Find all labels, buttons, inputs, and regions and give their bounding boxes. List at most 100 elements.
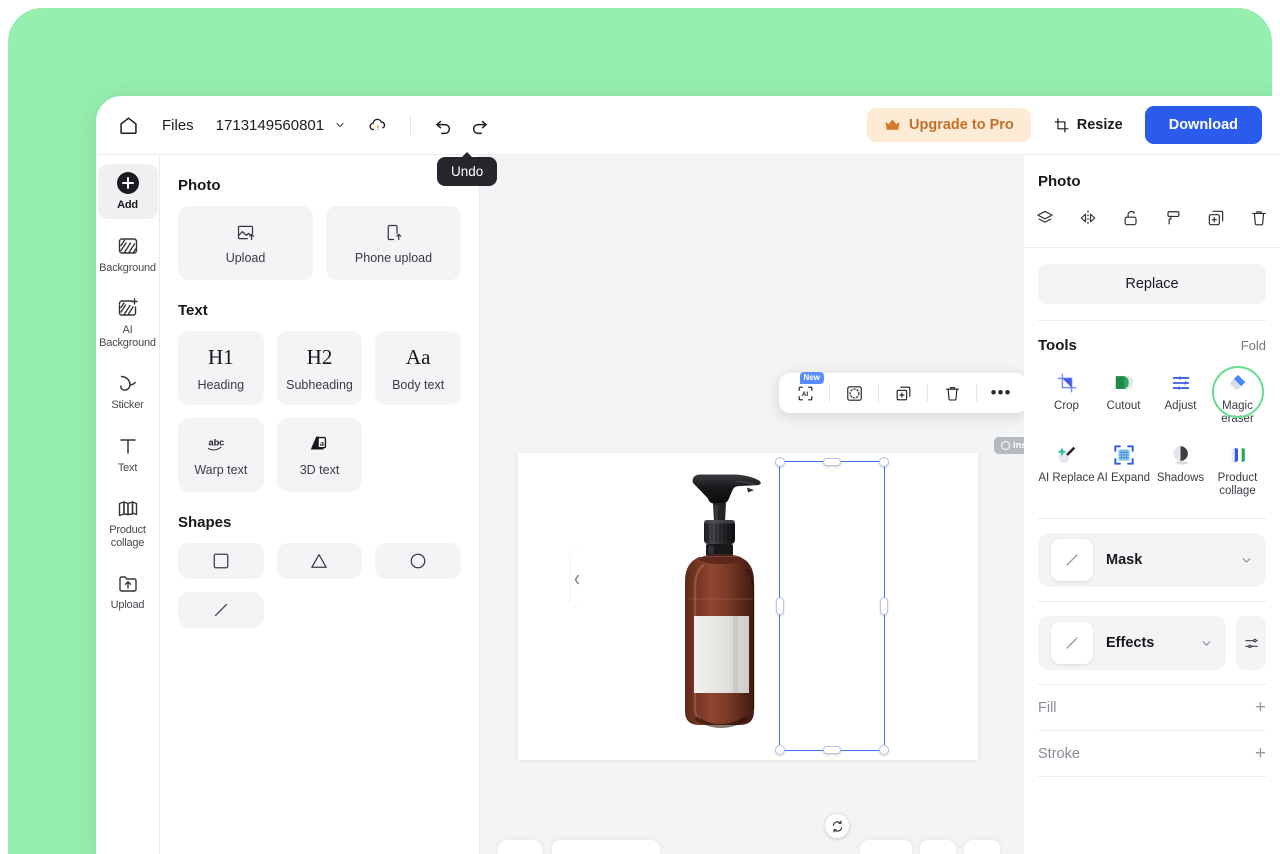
files-menu[interactable]: Files <box>162 117 194 134</box>
toolbar-divider <box>410 115 412 135</box>
3d-text-card[interactable]: a 3D text <box>276 418 363 492</box>
product-photo-pump-bottle[interactable] <box>518 453 978 760</box>
tool-magic-eraser[interactable]: Magic eraser <box>1209 366 1266 430</box>
heading-card[interactable]: H1 Heading <box>178 331 264 405</box>
trash-icon[interactable] <box>1244 204 1274 232</box>
cutout-button[interactable] <box>837 377 871 409</box>
tool-cutout[interactable]: Cutout <box>1095 366 1152 430</box>
collapse-left-panel-button[interactable]: ❮ <box>571 551 583 607</box>
resize-handle-bottom-right[interactable] <box>879 745 889 755</box>
subheading-card[interactable]: H2 Subheading <box>276 331 363 405</box>
divider <box>1038 601 1266 602</box>
sidebar-item-add[interactable]: Add <box>97 164 158 219</box>
add-fill-button[interactable]: + <box>1255 698 1266 717</box>
more-button[interactable]: ••• <box>984 377 1018 409</box>
resize-handle-top[interactable] <box>823 458 841 466</box>
image-upload-icon <box>235 221 256 243</box>
add-stroke-button[interactable]: + <box>1255 744 1266 763</box>
trash-icon <box>943 384 962 403</box>
fold-toggle[interactable]: Fold <box>1241 338 1266 353</box>
cloud-sync-icon[interactable] <box>360 107 396 143</box>
dotted-circle-icon <box>845 384 864 403</box>
ai-background-icon <box>116 295 140 321</box>
tool-ai-expand[interactable]: AI Expand <box>1095 438 1152 502</box>
shapes-section-title: Shapes <box>178 514 232 531</box>
triangle-shape[interactable] <box>276 543 363 579</box>
watermark-text: insMind <box>1013 440 1024 451</box>
phone-upload-card[interactable]: Phone upload <box>326 206 461 280</box>
undo-icon[interactable] <box>425 107 461 143</box>
sidebar-item-ai-background[interactable]: AI Background <box>98 289 158 356</box>
chevron-down-icon[interactable] <box>1200 637 1213 650</box>
tool-label: Cutout <box>1106 400 1141 412</box>
sidebar-item-text[interactable]: Text <box>98 427 158 482</box>
top-toolbar: Files 1713149560801 Upgrade to Pro Resiz… <box>96 96 1280 155</box>
tool-crop[interactable]: Crop <box>1038 366 1095 430</box>
mask-row[interactable]: Mask <box>1038 533 1266 587</box>
photo-section-title: Photo <box>178 177 221 194</box>
divider <box>1038 776 1266 777</box>
artboard[interactable] <box>518 453 978 760</box>
resize-handle-top-left[interactable] <box>775 457 785 467</box>
duplicate-button[interactable] <box>886 377 920 409</box>
upload-folder-icon <box>116 570 140 596</box>
format-painter-icon[interactable] <box>1158 204 1188 232</box>
panel-title: Photo <box>1038 173 1081 190</box>
card-label: Phone upload <box>354 251 433 265</box>
selection-box[interactable] <box>775 457 889 755</box>
rotate-handle[interactable] <box>825 814 849 838</box>
add-panel: Photo Upload Phone upload Text H1 Headin… <box>160 155 480 854</box>
resize-handle-right[interactable] <box>880 597 888 615</box>
replace-button[interactable]: Replace <box>1038 264 1266 304</box>
tool-shadows[interactable]: Shadows <box>1152 438 1209 502</box>
body-text-card[interactable]: Aa Body text <box>375 331 461 405</box>
unlock-icon[interactable] <box>1116 204 1146 232</box>
tool-product-collage[interactable]: Product collage <box>1209 438 1266 502</box>
resize-handle-bottom-left[interactable] <box>775 745 785 755</box>
home-icon[interactable] <box>110 107 146 143</box>
duplicate-icon[interactable] <box>1201 204 1231 232</box>
redo-icon[interactable] <box>461 107 497 143</box>
resize-label: Resize <box>1076 117 1123 133</box>
effects-row[interactable]: Effects <box>1038 616 1266 670</box>
effects-thumbnail <box>1051 622 1093 664</box>
resize-handle-left[interactable] <box>776 597 784 615</box>
card-label: Body text <box>392 377 445 392</box>
sidebar-item-sticker[interactable]: Sticker <box>98 364 158 419</box>
warp-text-card[interactable]: abc Warp text <box>178 418 264 492</box>
fill-row[interactable]: Fill + <box>1038 684 1266 730</box>
canvas-area[interactable]: New AI ••• in ❮ <box>480 155 1024 854</box>
effects-settings-button[interactable] <box>1236 616 1266 670</box>
chevron-down-icon[interactable] <box>1240 554 1253 567</box>
tool-ai-replace[interactable]: AI Replace <box>1038 438 1095 502</box>
ai-tools-button[interactable]: New AI <box>788 372 824 409</box>
sidebar-item-background[interactable]: Background <box>98 227 158 282</box>
effects-main[interactable]: Effects <box>1038 616 1226 670</box>
square-shape[interactable] <box>178 543 264 579</box>
flip-icon[interactable] <box>1073 204 1103 232</box>
chevron-down-icon[interactable] <box>334 119 346 131</box>
rotate-icon <box>830 819 845 834</box>
shapes-grid <box>178 543 461 579</box>
divider <box>1038 518 1266 519</box>
tool-adjust[interactable]: Adjust <box>1152 366 1209 430</box>
resize-button[interactable]: Resize <box>1041 108 1135 143</box>
stroke-row[interactable]: Stroke + <box>1038 730 1266 776</box>
layers-icon[interactable] <box>1030 204 1060 232</box>
upgrade-to-pro-button[interactable]: Upgrade to Pro <box>867 108 1031 142</box>
sidebar-item-product-collage[interactable]: Product collage <box>98 489 158 556</box>
line-shape[interactable] <box>178 592 264 628</box>
download-button[interactable]: Download <box>1144 106 1262 144</box>
sidebar-item-upload[interactable]: Upload <box>98 564 158 619</box>
upload-photo-card[interactable]: Upload <box>178 206 313 280</box>
product-collage-icon <box>1226 443 1250 467</box>
photo-card-grid: Upload Phone upload <box>178 206 461 280</box>
delete-button[interactable] <box>935 377 969 409</box>
resize-handle-bottom[interactable] <box>823 746 841 754</box>
aa-glyph: Aa <box>405 344 431 369</box>
circle-shape[interactable] <box>375 543 461 579</box>
ai-expand-icon <box>1112 443 1136 467</box>
mask-main[interactable]: Mask <box>1038 533 1266 587</box>
file-name[interactable]: 1713149560801 <box>216 117 324 134</box>
resize-handle-top-right[interactable] <box>879 457 889 467</box>
